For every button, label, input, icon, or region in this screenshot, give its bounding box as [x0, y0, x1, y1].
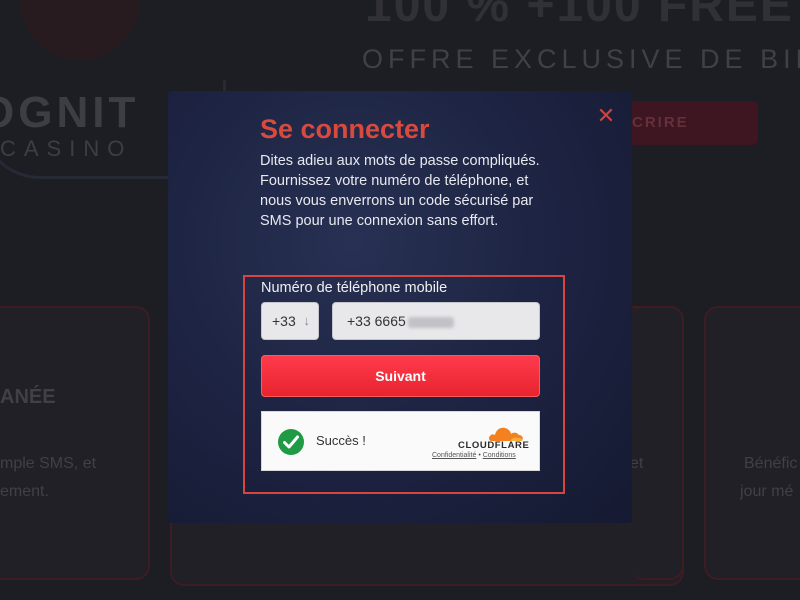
privacy-link[interactable]: Confidentialité [432, 452, 476, 459]
modal-description: Dites adieu aux mots de passe compliqués… [260, 153, 540, 229]
phone-input-value: +33 6665 [347, 313, 406, 329]
phone-label: Numéro de téléphone mobile [261, 280, 448, 296]
close-icon[interactable]: ✕ [596, 106, 616, 128]
terms-link[interactable]: Conditions [483, 452, 516, 459]
captcha-links: Confidentialité • Conditions [432, 452, 516, 459]
cloudflare-captcha-widget[interactable]: Succès ! CLOUDFLARE Confidentialité • Co… [261, 411, 540, 471]
captcha-status: Succès ! [316, 433, 366, 448]
phone-input[interactable]: +33 6665 [332, 302, 540, 340]
login-form: Numéro de téléphone mobile +33 ↓ +33 666… [243, 275, 565, 494]
country-code-select[interactable]: +33 ↓ [261, 302, 319, 340]
success-check-icon [278, 429, 304, 455]
login-modal: ✕ Se connecter Dites adieu aux mots de p… [168, 91, 632, 523]
arrow-down-icon: ↓ [303, 313, 311, 328]
next-button[interactable]: Suivant [261, 355, 540, 397]
cloudflare-brand: CLOUDFLARE [458, 440, 530, 451]
link-separator: • [478, 452, 481, 459]
modal-title: Se connecter [260, 114, 430, 144]
country-code-value: +33 [272, 313, 296, 329]
redacted-digits [407, 316, 454, 328]
